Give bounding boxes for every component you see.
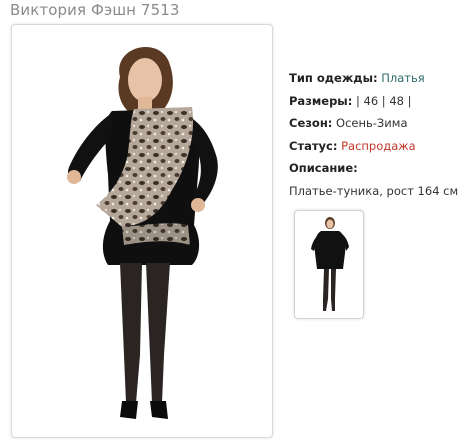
detail-row-sizes: Размеры: | 46 | 48 | bbox=[289, 90, 461, 113]
detail-row-season: Сезон: Осень-Зима bbox=[289, 112, 461, 135]
type-link[interactable]: Платья bbox=[381, 71, 424, 85]
sizes-label: Размеры: bbox=[289, 93, 353, 108]
sizes-value: | 46 | 48 | bbox=[355, 93, 412, 108]
status-label: Статус: bbox=[289, 138, 338, 153]
description-value: Платье-туника, рост 164 см bbox=[289, 183, 459, 198]
detail-row-description: Платье-туника, рост 164 см bbox=[289, 180, 461, 203]
model-photo-illustration bbox=[67, 47, 218, 419]
description-label: Описание: bbox=[289, 161, 358, 175]
detail-row-status: Статус: Распродажа bbox=[289, 135, 461, 158]
product-title: Виктория Фэшн 7513 bbox=[10, 1, 180, 19]
status-value: Распродажа bbox=[341, 138, 416, 153]
thumbnail-illustration bbox=[311, 217, 349, 311]
detail-row-type: Тип одежды: Платья bbox=[289, 67, 461, 90]
season-value: Осень-Зима bbox=[336, 116, 408, 130]
type-label: Тип одежды: bbox=[289, 71, 378, 85]
product-details: Тип одежды: Платья Размеры: | 46 | 48 | … bbox=[289, 67, 461, 202]
season-label: Сезон: bbox=[289, 116, 333, 130]
detail-row-description-label: Описание: bbox=[289, 157, 461, 180]
main-product-photo[interactable] bbox=[11, 24, 273, 438]
product-thumbnail[interactable] bbox=[294, 210, 364, 319]
